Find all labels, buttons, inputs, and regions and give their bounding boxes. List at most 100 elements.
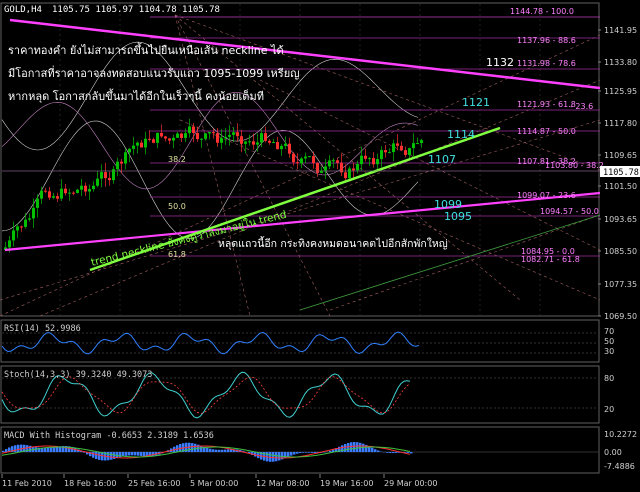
time-tick: 25 Feb 16:00 xyxy=(128,479,180,488)
candle-body xyxy=(16,226,19,231)
candle-body xyxy=(64,188,67,194)
time-tick: 11 Feb 2010 xyxy=(2,479,52,488)
annotation-line-1: ราคาทองคำ ยังไม่สามารถขึ้นไปยืนเหนือเส้น… xyxy=(8,42,284,57)
candle-body xyxy=(128,148,131,153)
current-price-label: 1105.78 xyxy=(603,168,639,178)
candle-body xyxy=(20,226,23,228)
price-tick: 1125.95 xyxy=(604,87,637,96)
candle-body xyxy=(280,145,283,150)
macd-bar xyxy=(137,452,140,456)
time-tick: 29 Mar 00:00 xyxy=(384,479,437,488)
candle-body xyxy=(92,185,95,190)
break-annotation: หลุดแถวนี้อีก กระทิงคงหมดอนาคตไปอีกสักพั… xyxy=(218,236,448,250)
macd-bar xyxy=(287,452,290,457)
price-tick: 1101.50 xyxy=(604,182,637,191)
candle-body xyxy=(172,137,175,141)
candle-body xyxy=(240,136,243,144)
candle-body xyxy=(140,142,143,148)
candle-body xyxy=(292,153,295,163)
candle-body xyxy=(204,133,207,139)
fib-label: 1114.87 - 50.0 xyxy=(517,127,576,136)
candle-body xyxy=(60,188,63,199)
candle-body xyxy=(48,191,51,198)
macd-bar xyxy=(212,449,215,452)
candle-body xyxy=(360,155,363,165)
price-tick: 1085.50 xyxy=(604,247,637,256)
candle-body xyxy=(348,168,351,179)
candle-body xyxy=(232,132,235,135)
macd-bar xyxy=(194,443,197,452)
candle-body xyxy=(356,164,359,171)
price-tick: 1093.65 xyxy=(604,215,637,224)
candle-body xyxy=(120,161,123,164)
candle-body xyxy=(404,150,407,155)
price-tick: 1141.95 xyxy=(604,26,637,35)
candle-body xyxy=(252,141,255,145)
macd-bar xyxy=(131,452,134,456)
time-tick: 12 Mar 08:00 xyxy=(256,479,309,488)
candle-body xyxy=(188,126,191,134)
macd-tick: 0.00 xyxy=(604,448,622,457)
macd-bar xyxy=(296,452,299,454)
candle-body xyxy=(212,132,215,134)
macd-bar xyxy=(329,450,332,452)
marker-1107: 1107 xyxy=(428,153,456,166)
rsi-axis: 70 50 30 xyxy=(604,327,614,356)
candle-body xyxy=(396,143,399,146)
fib-label: 1099.07 - 23.6 xyxy=(517,191,576,200)
macd-bar xyxy=(353,442,356,452)
macd-bar xyxy=(290,452,293,456)
macd-bar xyxy=(293,452,296,455)
candle-body xyxy=(180,133,183,138)
macd-bar xyxy=(374,449,377,452)
marker-1132: 1132 xyxy=(486,56,514,69)
candle-body xyxy=(296,162,299,164)
chart-window[interactable]: GOLD,H4 1105.75 1105.97 1104.78 1105.78 … xyxy=(0,0,640,492)
annotation-block: ราคาทองคำ ยังไม่สามารถขึ้นไปยืนเหนือเส้น… xyxy=(8,42,300,103)
stoch-tick: 20 xyxy=(604,405,614,414)
candle-body xyxy=(288,143,291,154)
candle-body xyxy=(40,190,43,199)
candle-body xyxy=(108,178,111,181)
annotation-line-3: หากหลุด โอกาสกลับขึ้นมาได้อีกในเร็วๆนี้ … xyxy=(8,88,264,103)
candle-body xyxy=(316,163,319,173)
candle-body xyxy=(136,142,139,146)
fib-label: 1103.80 - 38.2 xyxy=(545,161,604,170)
candle-body xyxy=(392,143,395,153)
candle-body xyxy=(12,230,15,241)
macd-bar xyxy=(2,450,5,452)
macd-bar xyxy=(98,452,101,460)
candle-body xyxy=(132,145,135,149)
macd-bar xyxy=(200,445,203,452)
candle-body xyxy=(44,190,47,192)
macd-bar xyxy=(47,447,50,452)
macd-bar xyxy=(371,447,374,452)
candle-body xyxy=(28,218,31,220)
candle-body xyxy=(96,178,99,186)
candle-body xyxy=(368,158,371,160)
macd-bar xyxy=(356,442,359,452)
candle-body xyxy=(216,133,219,143)
macd-bar xyxy=(125,452,128,456)
candle-body xyxy=(248,141,251,143)
candle-body xyxy=(416,143,419,145)
macd-bar xyxy=(350,442,353,452)
marker-1095: 1095 xyxy=(444,210,472,223)
macd-bar xyxy=(275,452,278,462)
macd-bar xyxy=(395,452,398,453)
marker-1114: 1114 xyxy=(447,128,475,141)
macd-bar xyxy=(143,452,146,457)
candle-body xyxy=(200,138,203,140)
candle-body xyxy=(168,138,171,141)
annotation-line-2: มีโอกาสที่ราคาอาจลงทดสอบแนวรับแถว 1095-1… xyxy=(8,65,300,80)
candle-body xyxy=(236,132,239,137)
price-tick: 1077.35 xyxy=(604,280,637,289)
candle-body xyxy=(304,156,307,159)
candle-body xyxy=(124,152,127,164)
macd-bar xyxy=(410,452,413,454)
stoch-tick: 80 xyxy=(604,374,614,383)
fib-label: 1094.57 - 50.0 xyxy=(540,207,599,216)
candle-body xyxy=(260,133,263,143)
macd-bar xyxy=(128,452,131,456)
candle-body xyxy=(324,166,327,171)
